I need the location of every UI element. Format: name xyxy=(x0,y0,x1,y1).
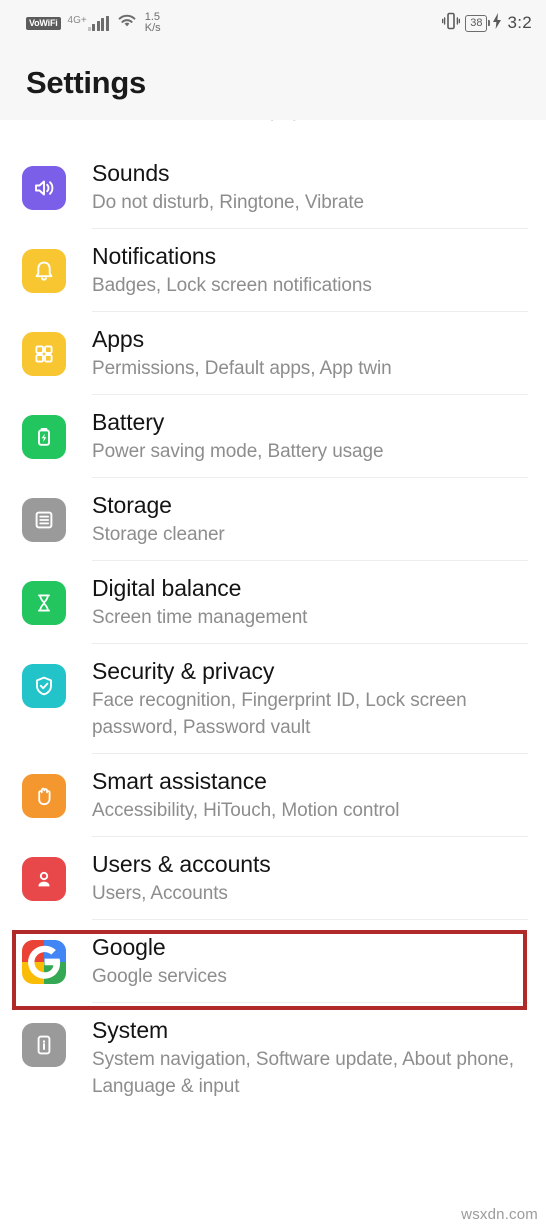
grid-squares-icon xyxy=(22,332,66,376)
list-item-subtitle: Screen time management xyxy=(92,607,308,628)
list-item-body: Storage Storage cleaner xyxy=(92,478,528,561)
list-item-title: Digital balance xyxy=(92,575,242,601)
list-item-security-privacy[interactable]: Security & privacy Face recognition, Fin… xyxy=(0,644,546,754)
list-item-sounds[interactable]: Sounds Do not disturb, Ringtone, Vibrate xyxy=(0,146,546,229)
list-item-body: Google Google services xyxy=(92,920,528,1003)
list-item-title: Sounds xyxy=(92,160,170,186)
list-item-battery[interactable]: Battery Power saving mode, Battery usage xyxy=(0,395,546,478)
page-title: Settings xyxy=(26,65,146,100)
list-item-title: Security & privacy xyxy=(92,658,275,684)
vibrate-icon xyxy=(442,11,461,36)
shield-check-icon xyxy=(22,664,66,708)
list-item-title: Users & accounts xyxy=(92,851,271,877)
list-item-subtitle: Accessibility, HiTouch, Motion control xyxy=(92,800,400,821)
list-item-storage[interactable]: Storage Storage cleaner xyxy=(0,478,546,561)
list-item-title: Notifications xyxy=(92,243,216,269)
wifi-icon xyxy=(116,12,138,34)
list-item-body: Security & privacy Face recognition, Fin… xyxy=(92,644,528,754)
list-item-system[interactable]: System System navigation, Software updat… xyxy=(0,1003,546,1112)
network-type-label: 4G+ xyxy=(67,14,87,26)
status-bar-right: 38 3:2 xyxy=(442,11,532,36)
hourglass-icon xyxy=(22,581,66,625)
signal-bars-icon: 4G+ xyxy=(67,14,109,31)
list-item-subtitle: Users, Accounts xyxy=(92,883,228,904)
list-item-body: System System navigation, Software updat… xyxy=(92,1003,528,1112)
hand-icon xyxy=(22,774,66,818)
clipped-scroll-row[interactable]: Home screen & wallpaper xyxy=(0,120,546,146)
list-item-notifications[interactable]: Notifications Badges, Lock screen notifi… xyxy=(0,229,546,312)
list-item-subtitle: Storage cleaner xyxy=(92,524,225,545)
list-item-body: Apps Permissions, Default apps, App twin xyxy=(92,312,528,395)
list-item-apps[interactable]: Apps Permissions, Default apps, App twin xyxy=(0,312,546,395)
list-item-title: Smart assistance xyxy=(92,768,267,794)
vowifi-icon: VoWiFi xyxy=(26,16,61,30)
network-speed-unit: K/s xyxy=(144,22,161,34)
list-item-body: Battery Power saving mode, Battery usage xyxy=(92,395,528,478)
list-item-title: Apps xyxy=(92,326,145,352)
list-item-subtitle: Permissions, Default apps, App twin xyxy=(92,358,392,379)
charging-bolt-icon xyxy=(492,12,502,35)
list-item-users-accounts[interactable]: Users & accounts Users, Accounts xyxy=(0,837,546,920)
google-g-icon xyxy=(22,940,66,984)
system-info-icon xyxy=(22,1023,66,1067)
list-item-title: System xyxy=(92,1017,169,1043)
person-account-icon xyxy=(22,857,66,901)
list-item-body: Sounds Do not disturb, Ringtone, Vibrate xyxy=(92,146,528,229)
list-item-subtitle: Face recognition, Fingerprint ID, Lock s… xyxy=(92,690,467,738)
list-item-subtitle: Badges, Lock screen notifications xyxy=(92,275,372,296)
battery-bolt-icon xyxy=(22,415,66,459)
list-item-title: Battery xyxy=(92,409,165,435)
speaker-volume-icon xyxy=(22,166,66,210)
bell-icon xyxy=(22,249,66,293)
list-item-subtitle: System navigation, Software update, Abou… xyxy=(92,1049,514,1097)
list-item-google[interactable]: Google Google services xyxy=(0,920,546,1003)
network-speed-indicator: 1.5 K/s xyxy=(145,12,161,34)
list-item-subtitle: Power saving mode, Battery usage xyxy=(92,441,384,462)
list-item-title: Storage xyxy=(92,492,172,518)
clipped-row-ghost-text: Home screen & wallpaper xyxy=(92,120,321,123)
battery-level-indicator: 38 xyxy=(465,14,488,32)
watermark: wsxdn.com xyxy=(461,1206,538,1223)
list-item-digital-balance[interactable]: Digital balance Screen time management xyxy=(0,561,546,644)
list-item-smart-assistance[interactable]: Smart assistance Accessibility, HiTouch,… xyxy=(0,754,546,837)
list-item-body: Users & accounts Users, Accounts xyxy=(92,837,528,920)
list-item-subtitle: Do not disturb, Ringtone, Vibrate xyxy=(92,192,365,213)
settings-list: Sounds Do not disturb, Ringtone, Vibrate… xyxy=(0,146,546,1112)
list-item-body: Digital balance Screen time management xyxy=(92,561,528,644)
list-item-subtitle: Google services xyxy=(92,966,227,987)
app-header: Settings xyxy=(0,46,546,120)
list-item-title: Google xyxy=(92,934,166,960)
status-bar-left: VoWiFi 4G+ 1.5 K/s xyxy=(26,12,161,34)
list-item-body: Smart assistance Accessibility, HiTouch,… xyxy=(92,754,528,837)
status-bar-clock: 3:2 xyxy=(507,13,532,32)
list-item-body: Notifications Badges, Lock screen notifi… xyxy=(92,229,528,312)
storage-stack-icon xyxy=(22,498,66,542)
signal-bars-glyph xyxy=(87,15,109,31)
status-bar: VoWiFi 4G+ 1.5 K/s 38 3:2 xyxy=(0,0,546,46)
